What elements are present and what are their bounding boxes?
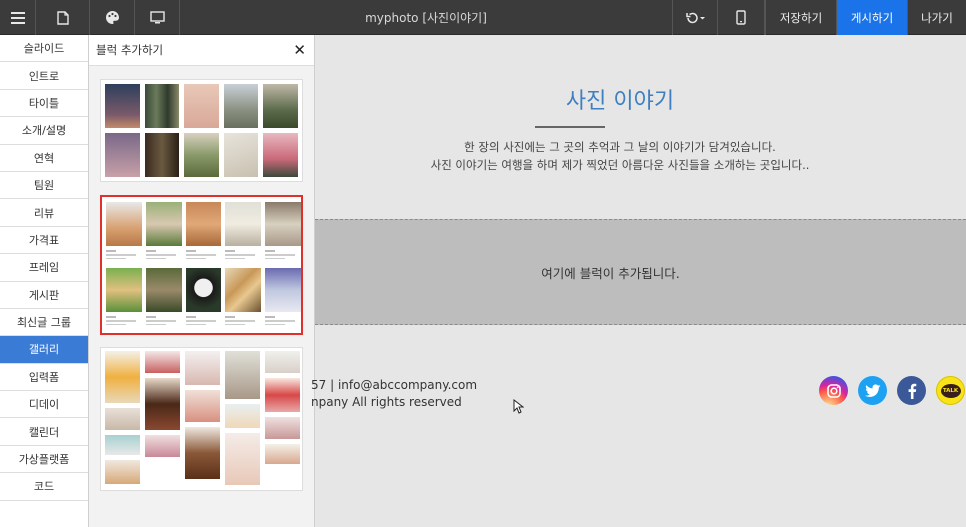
template-thumbnail-grid [105, 351, 300, 487]
category-dday[interactable]: 디데이 [0, 391, 88, 419]
thumbnail-card [145, 202, 182, 264]
add-block-panel: 블럭 추가하기 ✕ [89, 35, 315, 527]
thumbnail-image [144, 133, 180, 177]
thumbnail-image [105, 84, 140, 128]
thumbnail-card [106, 268, 142, 330]
thumbnail-card [185, 268, 222, 330]
thumbnail-card [106, 202, 142, 264]
thumbnail-column [265, 351, 300, 487]
panel-title: 블럭 추가하기 [96, 43, 164, 57]
thumbnail-image [263, 133, 298, 177]
category-frame[interactable]: 프레임 [0, 254, 88, 282]
facebook-icon[interactable] [897, 376, 926, 405]
footer-copyright: npany All rights reserved [311, 395, 462, 409]
category-about[interactable]: 소개/설명 [0, 117, 88, 145]
save-button[interactable]: 저장하기 [765, 0, 836, 35]
title-divider [535, 126, 605, 128]
kakaotalk-icon[interactable]: TALK [936, 376, 965, 405]
publish-button[interactable]: 게시하기 [836, 0, 907, 35]
category-review[interactable]: 리뷰 [0, 199, 88, 227]
category-gallery[interactable]: 갤러리 [0, 336, 88, 364]
instagram-icon[interactable] [819, 376, 848, 405]
hero-description-line-2[interactable]: 사진 이야기는 여행을 하며 제가 찍었던 아름다운 사진들을 소개하는 곳입니… [315, 157, 925, 173]
category-recent-posts[interactable]: 최신글 그룹 [0, 309, 88, 337]
mouse-cursor-icon [513, 398, 525, 417]
top-toolbar: myphoto [사진이야기] 저장하기 게시하기 나가기 [0, 0, 966, 35]
page-canvas: 사진 이야기 한 장의 사진에는 그 곳의 추억과 그 날의 이야기가 담겨있습… [311, 35, 966, 527]
thumbnail-image [223, 133, 259, 177]
thumbnail-image [223, 84, 259, 128]
gallery-template-animals[interactable] [100, 195, 303, 335]
thumbnail-image [144, 84, 180, 128]
category-code[interactable]: 코드 [0, 473, 88, 501]
document-title: myphoto [사진이야기] [365, 11, 487, 25]
twitter-icon[interactable] [858, 376, 887, 405]
template-thumbnail-grid [105, 84, 298, 177]
thumbnail-card [145, 268, 182, 330]
hamburger-menu-icon[interactable] [0, 0, 36, 35]
category-board[interactable]: 게시판 [0, 282, 88, 309]
block-category-list: 슬라이드 인트로 타이틀 소개/설명 연혁 팀원 리뷰 가격표 프레임 게시판 … [0, 35, 89, 527]
document-icon[interactable] [36, 0, 90, 35]
template-thumbnail-grid [106, 202, 301, 330]
thumbnail-card [185, 202, 222, 264]
block-drop-zone[interactable]: 여기에 블럭이 추가됩니다. [315, 219, 966, 325]
category-title[interactable]: 타이틀 [0, 90, 88, 118]
drop-zone-label: 여기에 블럭이 추가됩니다. [541, 265, 680, 281]
thumbnail-column [145, 351, 180, 487]
category-virtual-platform[interactable]: 가상플랫폼 [0, 446, 88, 474]
thumbnail-image [184, 84, 219, 128]
undo-icon[interactable] [672, 0, 718, 35]
thumbnail-card [225, 268, 262, 330]
kakao-talk-label: TALK [940, 383, 961, 398]
category-form[interactable]: 입력폼 [0, 364, 88, 392]
category-intro[interactable]: 인트로 [0, 62, 88, 90]
palette-icon[interactable] [90, 0, 135, 35]
thumbnail-card [225, 202, 262, 264]
close-x-icon[interactable]: ✕ [293, 41, 306, 59]
thumbnail-image [184, 133, 219, 177]
thumbnail-card [265, 202, 301, 264]
gallery-template-landscape[interactable] [100, 79, 303, 182]
category-pricing[interactable]: 가격표 [0, 227, 88, 255]
mobile-phone-icon[interactable] [718, 0, 765, 35]
hero-description-line-1[interactable]: 한 장의 사진에는 그 곳의 추억과 그 날의 이야기가 담겨있습니다. [315, 139, 925, 155]
category-history[interactable]: 연혁 [0, 145, 88, 172]
thumbnail-column [185, 351, 220, 487]
thumbnail-card [265, 268, 301, 330]
footer-contact: 57 | info@abccompany.com [311, 378, 478, 392]
exit-button[interactable]: 나가기 [907, 0, 966, 35]
panel-header: 블럭 추가하기 ✕ [89, 35, 314, 66]
category-team[interactable]: 팀원 [0, 172, 88, 200]
thumbnail-column [105, 351, 140, 487]
monitor-icon[interactable] [135, 0, 180, 35]
gallery-template-food[interactable] [100, 347, 303, 491]
thumbnail-column [225, 351, 260, 487]
category-calendar[interactable]: 캘린더 [0, 418, 88, 446]
hero-title[interactable]: 사진 이야기 [315, 83, 925, 115]
thumbnail-image [105, 133, 140, 177]
thumbnail-image [263, 84, 298, 128]
category-slide[interactable]: 슬라이드 [0, 35, 88, 63]
